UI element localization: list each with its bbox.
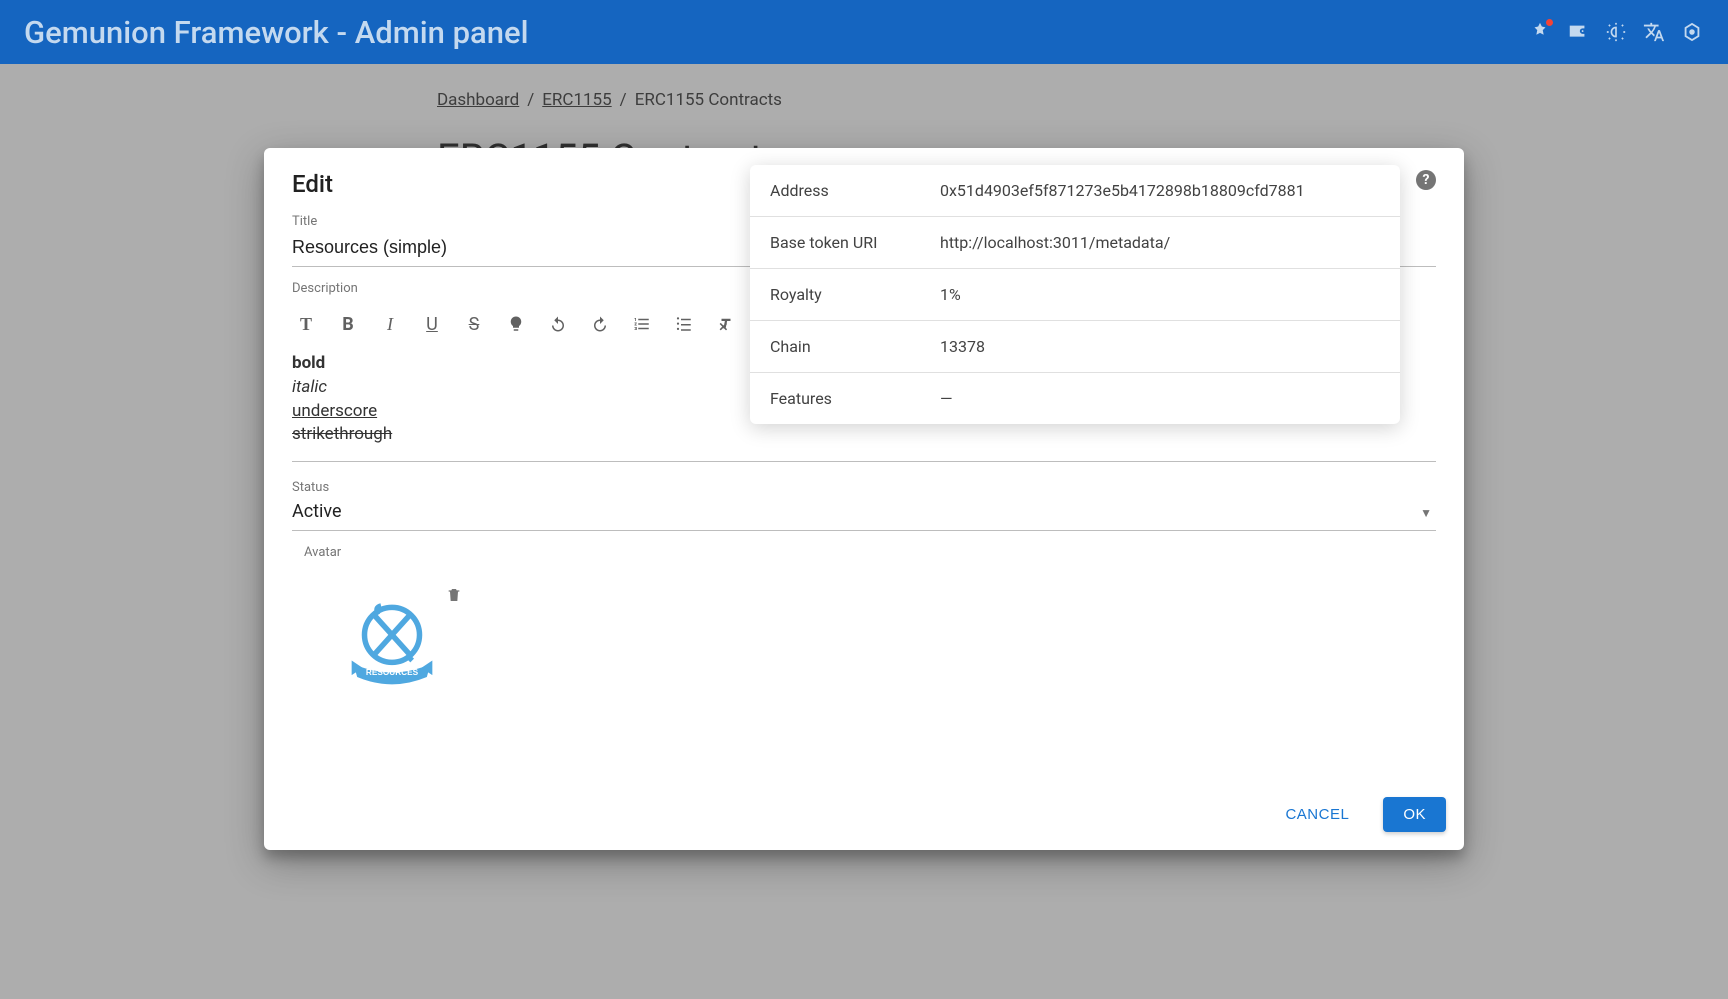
editor-underscore-sample: underscore (292, 401, 377, 421)
info-row-base-uri: Base token URI http://localhost:3011/met… (750, 217, 1400, 269)
wallet-icon[interactable] (1566, 20, 1590, 44)
undo-icon[interactable] (544, 310, 572, 338)
chevron-down-icon: ▼ (1420, 506, 1432, 520)
info-row-features: Features — (750, 373, 1400, 424)
avatar-box: RESOURCES (292, 584, 472, 704)
strike-icon[interactable]: S (460, 310, 488, 338)
help-icon[interactable]: ? (1416, 170, 1436, 190)
header-icons (1528, 20, 1704, 44)
trash-icon[interactable] (446, 586, 462, 609)
avatar-image[interactable]: RESOURCES (332, 584, 452, 704)
status-field[interactable]: Status Active ▼ (292, 480, 1436, 531)
list-unordered-icon[interactable] (670, 310, 698, 338)
ok-button[interactable]: OK (1383, 797, 1446, 832)
app-header: Gemunion Framework - Admin panel (0, 0, 1728, 64)
settings-hex-icon[interactable] (1680, 20, 1704, 44)
redo-icon[interactable] (586, 310, 614, 338)
notification-dot-icon (1546, 19, 1553, 26)
app-title: Gemunion Framework - Admin panel (24, 14, 529, 51)
status-value: Active (292, 499, 1436, 522)
italic-icon[interactable]: I (376, 310, 404, 338)
bold-icon[interactable]: B (334, 310, 362, 338)
info-row-royalty: Royalty 1% (750, 269, 1400, 321)
underline-icon[interactable]: U (418, 310, 446, 338)
editor-strike-sample: strikethrough (292, 424, 392, 444)
font-icon[interactable]: T (292, 310, 320, 338)
highlight-icon[interactable] (502, 310, 530, 338)
svg-text:RESOURCES: RESOURCES (366, 668, 419, 677)
info-row-address: Address 0x51d4903ef5f871273e5b4172898b18… (750, 165, 1400, 217)
network-icon[interactable] (1528, 20, 1552, 44)
cancel-button[interactable]: CANCEL (1265, 797, 1369, 832)
translate-icon[interactable] (1642, 20, 1666, 44)
editor-bold-sample: bold (292, 353, 325, 373)
theme-icon[interactable] (1604, 20, 1628, 44)
info-row-chain: Chain 13378 (750, 321, 1400, 373)
info-popover: Address 0x51d4903ef5f871273e5b4172898b18… (750, 165, 1400, 424)
dialog-title: Edit (292, 170, 333, 198)
status-label: Status (292, 480, 1436, 495)
list-ordered-icon[interactable] (628, 310, 656, 338)
avatar-field: Avatar RESOURCES (292, 545, 1436, 704)
clear-format-icon[interactable] (712, 310, 740, 338)
editor-italic-sample: italic (292, 377, 327, 397)
dialog-footer: CANCEL OK (264, 783, 1464, 850)
avatar-label: Avatar (292, 545, 1436, 560)
